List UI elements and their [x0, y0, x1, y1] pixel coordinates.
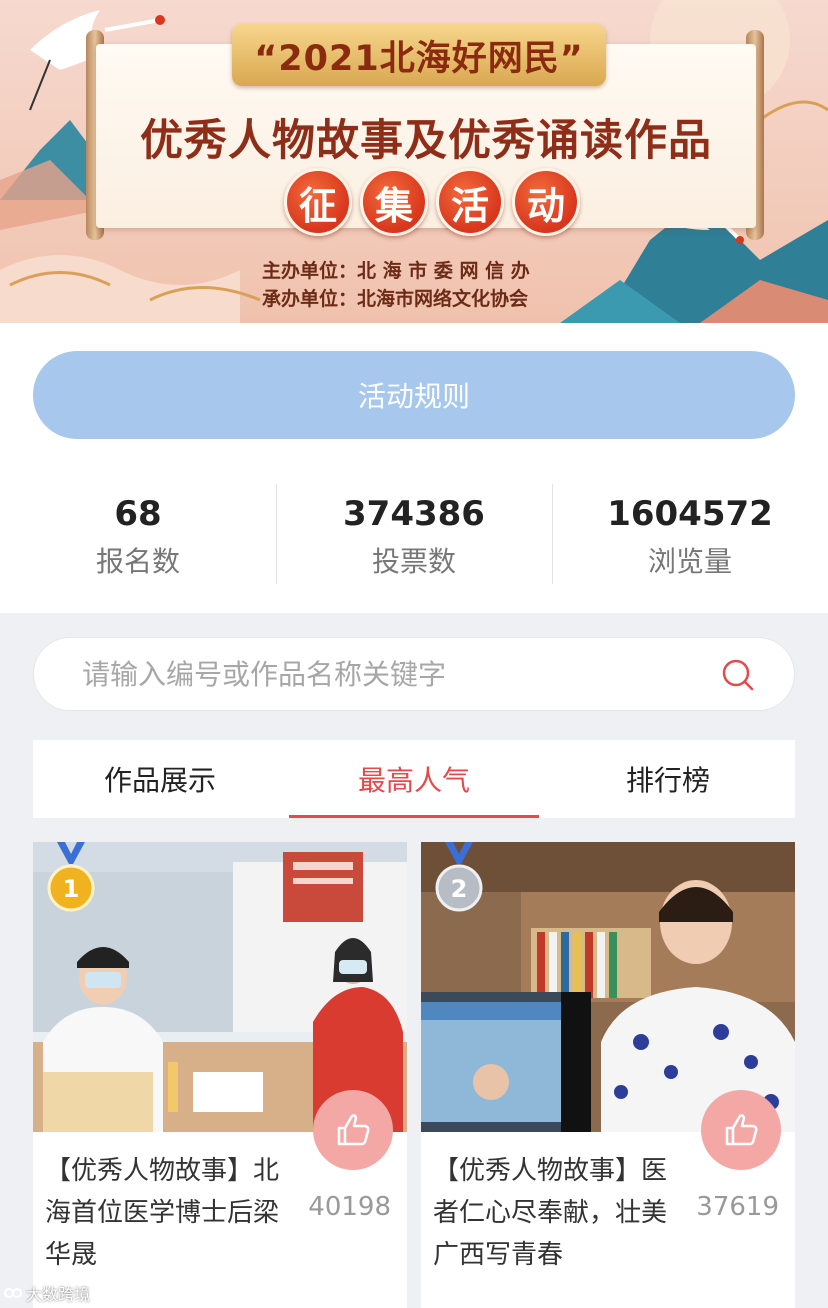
medal-icon: 2: [435, 842, 483, 912]
entry-card[interactable]: 2 【优秀人物故事】医者仁心尽奉献，壮美广西写青春 37619: [421, 842, 795, 1308]
stat-views: 1604572 浏览量: [552, 484, 828, 584]
banner-subtitle-char: 活: [436, 168, 504, 236]
watermark-logo-icon: [4, 1288, 22, 1298]
banner-subtitle: 征 集 活 动: [284, 168, 580, 236]
thumbs-up-icon: [337, 1114, 370, 1146]
banner-subtitle-char: 征: [284, 168, 352, 236]
stats-row: 68 报名数 374386 投票数 1604572 浏览量: [0, 484, 828, 584]
search-input[interactable]: [80, 656, 684, 692]
stat-label: 报名数: [95, 545, 180, 578]
medal-rank: 1: [63, 875, 80, 903]
entry-vote-count: 40198: [308, 1192, 391, 1222]
medal-icon: 1: [47, 842, 95, 912]
tab-works-display[interactable]: 作品展示: [33, 740, 287, 818]
activity-rules-button[interactable]: 活动规则: [33, 351, 795, 439]
stat-label: 浏览量: [647, 545, 732, 578]
like-button[interactable]: [701, 1090, 781, 1170]
banner-organizer: 承办单位：北海市网络文化协会: [262, 288, 529, 310]
campaign-banner[interactable]: “2021北海好网民” 优秀人物故事及优秀诵读作品 征 集 活 动 主办单位：北…: [0, 0, 828, 323]
entry-vote-count: 37619: [696, 1192, 779, 1222]
entry-title[interactable]: 【优秀人物故事】北海首位医学博士后梁华晟: [45, 1150, 301, 1276]
thumbs-up-icon: [725, 1114, 758, 1146]
stat-value: 68: [114, 494, 162, 534]
banner-year-title: “2021北海好网民”: [232, 24, 606, 86]
stat-votes: 374386 投票数: [276, 484, 552, 584]
tab-most-popular[interactable]: 最高人气: [287, 740, 541, 818]
tab-leaderboard[interactable]: 排行榜: [541, 740, 795, 818]
search-icon[interactable]: [720, 657, 756, 693]
stat-value: 374386: [343, 494, 485, 534]
banner-host: 主办单位：北 海 市 委 网 信 办: [262, 260, 530, 282]
stat-signups: 68 报名数: [0, 484, 276, 584]
entry-title[interactable]: 【优秀人物故事】医者仁心尽奉献，壮美广西写青春: [433, 1150, 689, 1276]
watermark: 大数跨境: [4, 1281, 90, 1305]
like-button[interactable]: [313, 1090, 393, 1170]
stat-value: 1604572: [607, 494, 773, 534]
search-bar: [33, 637, 795, 711]
banner-subtitle-char: 集: [360, 168, 428, 236]
banner-subtitle-char: 动: [512, 168, 580, 236]
watermark-text: 大数跨境: [26, 1285, 91, 1304]
entry-card[interactable]: 1 【优秀人物故事】北海首位医学博士后梁华晟 40198: [33, 842, 407, 1308]
banner-main-title: 优秀人物故事及优秀诵读作品: [140, 116, 712, 166]
tab-bar: 作品展示 最高人气 排行榜: [33, 740, 795, 818]
stat-label: 投票数: [371, 545, 456, 578]
medal-rank: 2: [451, 875, 468, 903]
